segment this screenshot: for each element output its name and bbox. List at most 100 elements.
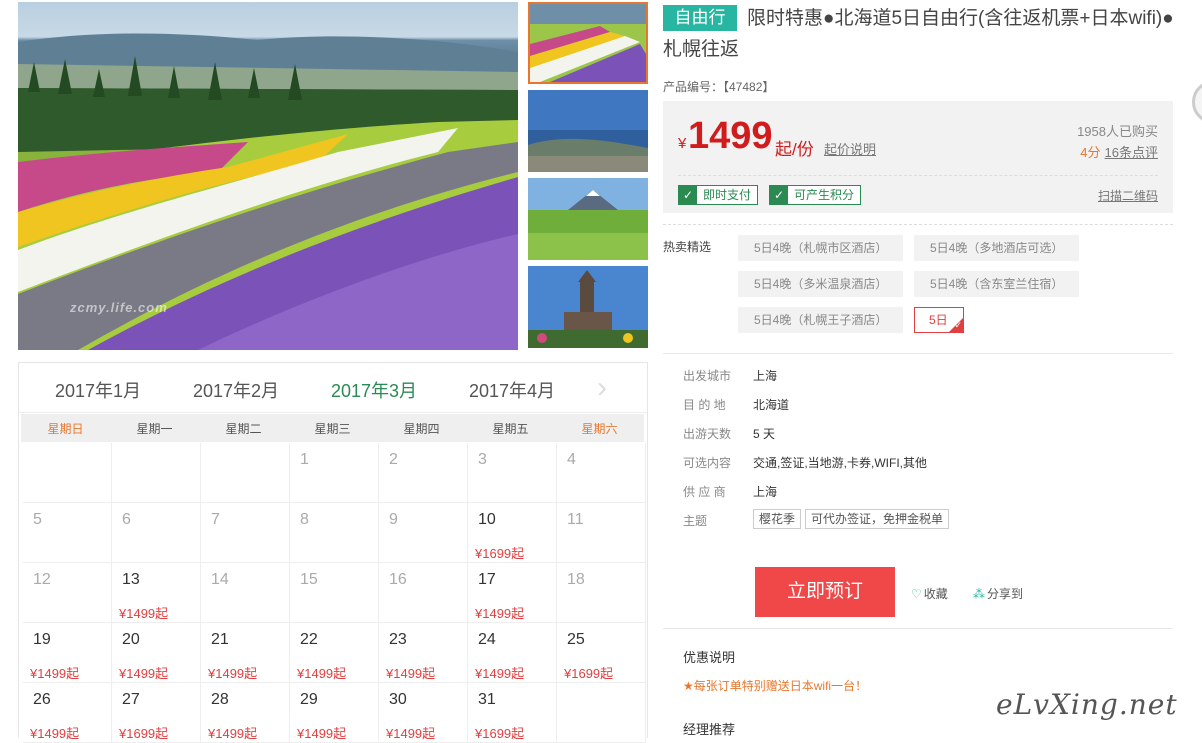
calendar-empty-cell <box>557 683 646 743</box>
day-price: ¥1499起 <box>475 666 525 681</box>
divider <box>663 224 1173 225</box>
share-label: 分享到 <box>987 587 1024 601</box>
day-number: 11 <box>567 511 584 528</box>
scan-qr-link[interactable]: 扫描二维码 <box>1098 187 1158 204</box>
share-icon: ⁂ <box>973 587 985 601</box>
info-label-options: 可选内容 <box>683 456 732 470</box>
package-option-prince-hotel[interactable]: 5日4晚（札幌王子酒店） <box>738 307 904 333</box>
month-tab-jan[interactable]: 2017年1月 <box>55 377 141 403</box>
info-label-theme: 主题 <box>683 514 708 528</box>
calendar-day-cell[interactable]: 30 ¥1499起 <box>379 683 468 743</box>
main-product-photo: zcmy.life.com <box>18 2 518 350</box>
calendar-day-cell[interactable]: 22 ¥1499起 <box>290 623 379 683</box>
rating-score: 4分 <box>1080 145 1101 160</box>
day-price: ¥1499起 <box>386 726 436 741</box>
calendar-day-cell[interactable]: 25 ¥1699起 <box>557 623 646 683</box>
calendar-day-cell: 3 <box>468 443 557 503</box>
calendar-empty-cell <box>112 443 201 503</box>
price-explanation-link[interactable]: 起价说明 <box>824 139 876 158</box>
calendar-day-cell: 6 <box>112 503 201 563</box>
calendar-day-cell: 1 <box>290 443 379 503</box>
calendar-day-cell[interactable]: 24 ¥1499起 <box>468 623 557 683</box>
calendar-day-cell[interactable]: 29 ¥1499起 <box>290 683 379 743</box>
day-price: ¥1499起 <box>30 726 80 741</box>
calendar-day-cell: 5 <box>23 503 112 563</box>
reviews-link[interactable]: 16条点评 <box>1105 145 1158 160</box>
day-price: ¥1699起 <box>475 546 525 561</box>
calendar-day-cell: 11 <box>557 503 646 563</box>
day-price: ¥1499起 <box>208 666 258 681</box>
thumbnail-clock-tower[interactable] <box>528 266 648 348</box>
day-number: 2 <box>389 451 398 468</box>
promo-text: ★每张订单特别赠送日本wifi一台！ <box>683 679 868 693</box>
info-value-supplier: 上海 <box>753 485 778 499</box>
weekday-thu: 星期四 <box>403 422 440 436</box>
day-price: ¥1699起 <box>475 726 525 741</box>
calendar-day-cell[interactable]: 10 ¥1699起 <box>468 503 557 563</box>
day-number: 7 <box>211 511 220 528</box>
day-number: 27 <box>122 691 140 708</box>
package-option-sapporo-hotel[interactable]: 5日4晚（札幌市区酒店） <box>738 235 904 261</box>
weekday-header: 星期日 星期一 星期二 星期三 星期四 星期五 星期六 <box>21 414 644 442</box>
weekday-sun: 星期日 <box>47 422 84 436</box>
calendar-day-cell[interactable]: 17 ¥1499起 <box>468 563 557 623</box>
day-number: 17 <box>478 571 496 588</box>
calendar-day-cell[interactable]: 19 ¥1499起 <box>23 623 112 683</box>
package-option-5day-selected[interactable]: 5日 ✓ <box>914 307 964 333</box>
price-panel: ¥ 1499 起/份 起价说明 1958人已购买 4分 16条点评 ✓ 即时支付 ✓… <box>663 101 1173 213</box>
calendar-day-cell: 15 <box>290 563 379 623</box>
calendar-day-cell: 16 <box>379 563 468 623</box>
info-value-destination: 北海道 <box>753 398 790 412</box>
buyer-count: 1958人已购买 <box>1077 124 1158 139</box>
day-price: ¥1499起 <box>119 666 169 681</box>
side-float-button[interactable] <box>1192 80 1202 124</box>
theme-tag-sakura[interactable]: 樱花季 <box>753 509 802 529</box>
thumbnail-harbor-city[interactable] <box>528 90 648 172</box>
heart-icon: ♡ <box>911 587 922 601</box>
next-month-chevron-icon[interactable]: › <box>597 371 607 405</box>
calendar-day-cell[interactable]: 31 ¥1699起 <box>468 683 557 743</box>
day-number: 28 <box>211 691 229 708</box>
promo-title: 优惠说明 <box>683 650 736 665</box>
day-number: 13 <box>122 571 140 588</box>
package-option-muroran[interactable]: 5日4晚（含东室兰住宿） <box>914 271 1080 297</box>
day-price: ¥1499起 <box>297 726 347 741</box>
badge-label: 即时支付 <box>703 188 752 202</box>
info-label-destination: 目 的 地 <box>683 398 726 412</box>
day-number: 30 <box>389 691 407 708</box>
month-tab-apr[interactable]: 2017年4月 <box>469 377 555 403</box>
calendar-day-cell[interactable]: 23 ¥1499起 <box>379 623 468 683</box>
manager-recommend-title: 经理推荐 <box>683 722 736 737</box>
calendar-day-cell[interactable]: 20 ¥1499起 <box>112 623 201 683</box>
month-tab-feb[interactable]: 2017年2月 <box>193 377 279 403</box>
calendar-day-cell: 12 <box>23 563 112 623</box>
thumbnail-flower-field[interactable] <box>528 2 648 84</box>
calendar-day-cell[interactable]: 21 ¥1499起 <box>201 623 290 683</box>
package-option-multi-hotel[interactable]: 5日4晚（多地酒店可选） <box>914 235 1080 261</box>
month-selector: 2017年1月 2017年2月 2017年3月 2017年4月 › <box>19 363 647 413</box>
book-now-button[interactable]: 立即预订 <box>755 567 895 617</box>
thumbnail-mountain-farmland[interactable] <box>528 178 648 260</box>
product-type-tag: 自由行 <box>663 5 737 31</box>
calendar-day-cell[interactable]: 28 ¥1499起 <box>201 683 290 743</box>
theme-tag-visa[interactable]: 可代办签证，免押金税单 <box>805 509 950 529</box>
month-tab-mar[interactable]: 2017年3月 <box>331 377 417 403</box>
calendar-day-cell[interactable]: 26 ¥1499起 <box>23 683 112 743</box>
day-price: ¥1499起 <box>386 666 436 681</box>
day-price: ¥1499起 <box>30 666 80 681</box>
day-number: 15 <box>300 571 318 588</box>
calendar-day-cell[interactable]: 27 ¥1699起 <box>112 683 201 743</box>
package-option-dormy-onsen[interactable]: 5日4晚（多米温泉酒店） <box>738 271 904 297</box>
calendar-day-cell: 8 <box>290 503 379 563</box>
day-price: ¥1499起 <box>119 606 169 621</box>
check-icon: ✓ <box>679 186 697 204</box>
day-number: 8 <box>300 511 309 528</box>
favorite-button[interactable]: ♡ 收藏 <box>911 585 948 602</box>
day-number: 14 <box>211 571 229 588</box>
info-label-days: 出游天数 <box>683 427 732 441</box>
divider <box>663 628 1173 629</box>
calendar-day-cell[interactable]: 13 ¥1499起 <box>112 563 201 623</box>
share-button[interactable]: ⁂ 分享到 <box>973 585 1023 602</box>
day-price: ¥1499起 <box>297 666 347 681</box>
instant-pay-badge: ✓ 即时支付 <box>678 185 759 205</box>
